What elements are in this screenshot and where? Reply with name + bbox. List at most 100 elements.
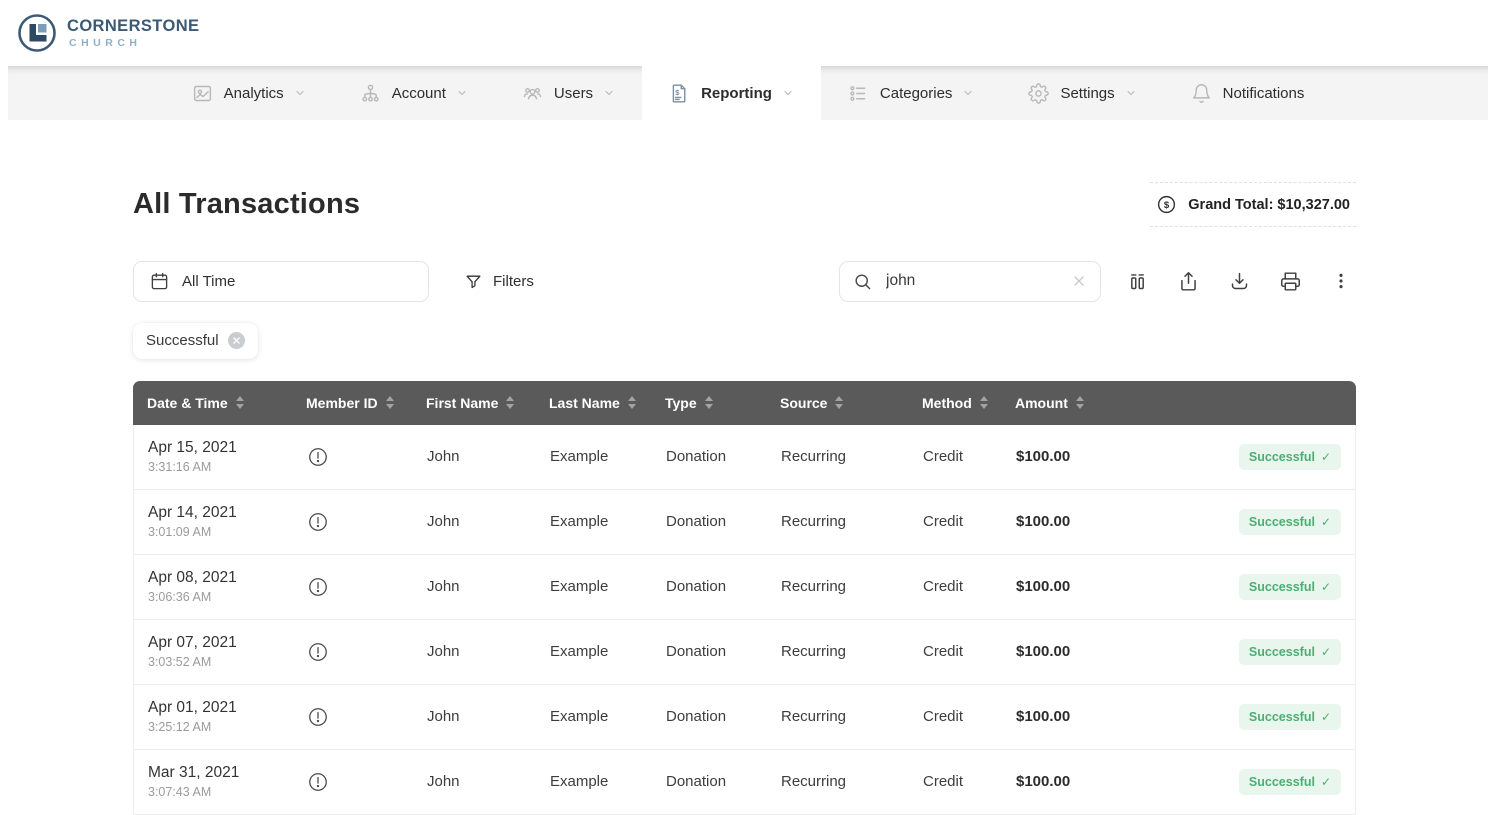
svg-text:$: $ bbox=[1164, 200, 1170, 211]
transaction-date: Apr 15, 2021 bbox=[148, 439, 237, 457]
cell-source: Recurring bbox=[767, 578, 909, 595]
transaction-amount: $100.00 bbox=[1016, 708, 1070, 725]
column-header-last-name[interactable]: Last Name bbox=[535, 395, 651, 411]
nav-item-users[interactable]: Users bbox=[495, 66, 642, 120]
notifications-icon bbox=[1191, 83, 1212, 104]
search-input[interactable] bbox=[884, 271, 1059, 291]
nav-item-analytics[interactable]: Analytics bbox=[165, 66, 333, 120]
cell-last-name: Example bbox=[536, 643, 652, 660]
transaction-amount: $100.00 bbox=[1016, 448, 1070, 465]
grand-total-value: Grand Total: $10,327.00 bbox=[1188, 197, 1350, 213]
cell-date-time: Apr 15, 2021 3:31:16 AM bbox=[134, 439, 293, 474]
sort-icon bbox=[386, 396, 394, 409]
cell-status: Successful ✓ bbox=[1122, 444, 1355, 470]
cell-member-id bbox=[293, 576, 413, 598]
more-options-button[interactable] bbox=[1326, 266, 1356, 296]
sort-icon bbox=[980, 396, 988, 409]
brand-logo[interactable]: CORNERSTONE CHURCH bbox=[16, 12, 199, 54]
status-label: Successful bbox=[1249, 580, 1315, 594]
cell-type: Donation bbox=[652, 708, 767, 725]
alert-circle-icon[interactable] bbox=[307, 641, 329, 663]
clear-search-icon[interactable] bbox=[1071, 273, 1087, 289]
transaction-date: Apr 01, 2021 bbox=[148, 699, 237, 717]
cell-source: Recurring bbox=[767, 773, 909, 790]
alert-circle-icon[interactable] bbox=[307, 446, 329, 468]
alert-circle-icon[interactable] bbox=[307, 511, 329, 533]
cell-first-name: John bbox=[413, 773, 536, 790]
remove-filter-icon[interactable] bbox=[228, 332, 245, 349]
cell-status: Successful ✓ bbox=[1122, 769, 1355, 795]
transaction-time: 3:06:36 AM bbox=[148, 590, 211, 604]
chevron-down-icon bbox=[456, 87, 468, 99]
chevron-down-icon bbox=[782, 87, 794, 99]
column-header-date-time[interactable]: Date & Time bbox=[133, 395, 292, 411]
column-header-source[interactable]: Source bbox=[766, 395, 908, 411]
column-header-amount[interactable]: Amount bbox=[1001, 395, 1121, 411]
cell-first-name: John bbox=[413, 448, 536, 465]
table-row[interactable]: Apr 14, 2021 3:01:09 AM John Example Don… bbox=[134, 490, 1355, 555]
sort-icon bbox=[835, 396, 843, 409]
cell-method: Credit bbox=[909, 773, 1002, 790]
table-row[interactable]: Mar 31, 2021 3:07:43 AM John Example Don… bbox=[134, 750, 1355, 815]
calendar-icon bbox=[150, 272, 169, 291]
share-button[interactable] bbox=[1173, 266, 1203, 296]
table-header-row: Date & Time Member ID First Name Last Na… bbox=[133, 381, 1356, 425]
cell-member-id bbox=[293, 771, 413, 793]
grand-total: $ Grand Total: $10,327.00 bbox=[1150, 182, 1356, 227]
cell-type: Donation bbox=[652, 643, 767, 660]
alert-circle-icon[interactable] bbox=[307, 576, 329, 598]
svg-text:$: $ bbox=[675, 87, 680, 96]
date-range-value: All Time bbox=[182, 273, 235, 290]
column-header-method[interactable]: Method bbox=[908, 395, 1001, 411]
column-header-first-name[interactable]: First Name bbox=[412, 395, 535, 411]
columns-button[interactable] bbox=[1122, 266, 1152, 296]
nav-item-reporting[interactable]: $ Reporting bbox=[642, 66, 821, 120]
column-header-member-id[interactable]: Member ID bbox=[292, 395, 412, 411]
nav-item-account[interactable]: Account bbox=[333, 66, 495, 120]
filters-button[interactable]: Filters bbox=[459, 272, 540, 291]
cell-date-time: Apr 07, 2021 3:03:52 AM bbox=[134, 634, 293, 669]
check-icon: ✓ bbox=[1321, 645, 1331, 659]
page-title: All Transactions bbox=[133, 188, 360, 221]
status-label: Successful bbox=[1249, 515, 1315, 529]
cell-type: Donation bbox=[652, 513, 767, 530]
status-badge: Successful ✓ bbox=[1239, 574, 1341, 600]
nav-label: Notifications bbox=[1223, 85, 1305, 102]
cell-method: Credit bbox=[909, 448, 1002, 465]
nav-item-categories[interactable]: Categories bbox=[821, 66, 1002, 120]
transaction-date: Mar 31, 2021 bbox=[148, 764, 239, 782]
nav-item-settings[interactable]: Settings bbox=[1001, 66, 1163, 120]
nav-item-notifications[interactable]: Notifications bbox=[1164, 66, 1332, 120]
alert-circle-icon[interactable] bbox=[307, 771, 329, 793]
cell-member-id bbox=[293, 641, 413, 663]
alert-circle-icon[interactable] bbox=[307, 706, 329, 728]
table-row[interactable]: Apr 15, 2021 3:31:16 AM John Example Don… bbox=[134, 425, 1355, 490]
cell-last-name: Example bbox=[536, 513, 652, 530]
cell-last-name: Example bbox=[536, 773, 652, 790]
check-icon: ✓ bbox=[1321, 580, 1331, 594]
kebab-menu-icon bbox=[1332, 272, 1350, 290]
nav-label: Settings bbox=[1060, 85, 1114, 102]
settings-icon bbox=[1028, 83, 1049, 104]
date-range-picker[interactable]: All Time bbox=[133, 261, 429, 302]
cell-amount: $100.00 bbox=[1002, 513, 1122, 530]
brand-name: CORNERSTONE bbox=[67, 18, 199, 35]
print-button[interactable] bbox=[1275, 266, 1305, 296]
toolbar: All Time Filters bbox=[133, 261, 1356, 302]
download-button[interactable] bbox=[1224, 266, 1254, 296]
analytics-icon bbox=[192, 83, 213, 104]
status-badge: Successful ✓ bbox=[1239, 509, 1341, 535]
cell-source: Recurring bbox=[767, 513, 909, 530]
column-header-type[interactable]: Type bbox=[651, 395, 766, 411]
reporting-icon: $ bbox=[669, 83, 690, 104]
table-row[interactable]: Apr 01, 2021 3:25:12 AM John Example Don… bbox=[134, 685, 1355, 750]
cell-type: Donation bbox=[652, 773, 767, 790]
print-icon bbox=[1280, 271, 1301, 292]
status-label: Successful bbox=[1249, 710, 1315, 724]
table-row[interactable]: Apr 08, 2021 3:06:36 AM John Example Don… bbox=[134, 555, 1355, 620]
nav-label: Account bbox=[392, 85, 446, 102]
check-icon: ✓ bbox=[1321, 775, 1331, 789]
filter-chip-successful[interactable]: Successful bbox=[133, 323, 258, 359]
transaction-time: 3:07:43 AM bbox=[148, 785, 211, 799]
table-row[interactable]: Apr 07, 2021 3:03:52 AM John Example Don… bbox=[134, 620, 1355, 685]
